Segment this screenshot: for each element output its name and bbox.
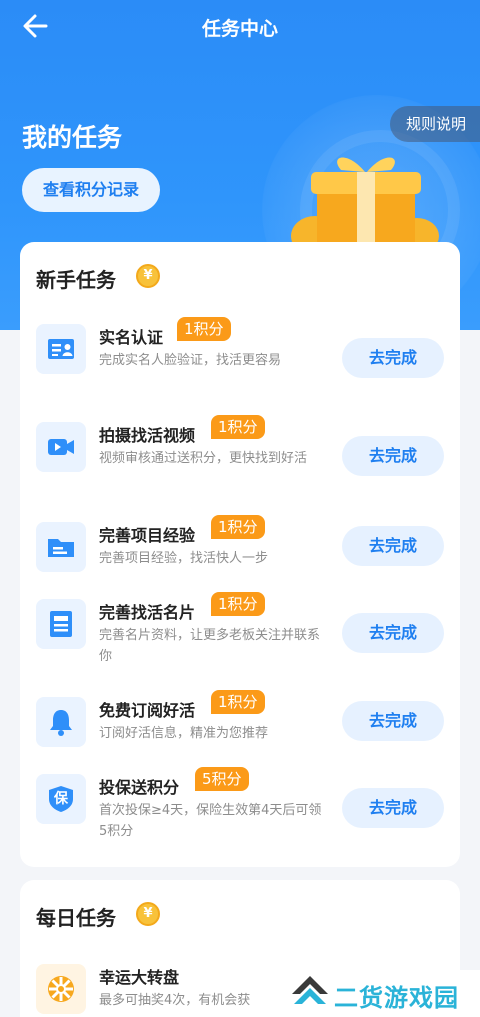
points-record-button[interactable]: 查看积分记录 bbox=[22, 168, 160, 212]
task-description: 视频审核通过送积分，更快找到好活 bbox=[99, 451, 308, 466]
complete-button[interactable]: 去完成 bbox=[342, 701, 444, 741]
complete-button[interactable]: 去完成 bbox=[342, 526, 444, 566]
newbie-section-title: 新手任务 bbox=[36, 268, 116, 292]
task-description: 完成实名人脸验证，找活更容易 bbox=[99, 353, 282, 368]
folder-icon bbox=[36, 522, 86, 572]
shield-label: 保 bbox=[54, 791, 68, 807]
watermark: 二货游戏园 bbox=[288, 970, 480, 1017]
complete-button[interactable]: 去完成 bbox=[342, 338, 444, 378]
points-badge: 1积分 bbox=[211, 415, 265, 439]
id-card-icon bbox=[36, 324, 86, 374]
newbie-tasks-card: 新手任务 ¥ 实名认证 1积分 完成实名人脸验证，找活更容易 去完成 拍摄找活视… bbox=[20, 242, 460, 867]
task-name: 幸运大转盘 bbox=[99, 968, 180, 987]
bell-icon bbox=[36, 697, 86, 747]
task-description: 首次投保≥4天，保险生效第4天后可领5积分 bbox=[99, 803, 322, 839]
top-bar: 任务中心 bbox=[0, 0, 480, 52]
complete-button[interactable]: 去完成 bbox=[342, 788, 444, 828]
daily-section-title: 每日任务 bbox=[36, 906, 116, 930]
points-badge: 1积分 bbox=[211, 515, 265, 539]
page-title: 任务中心 bbox=[201, 18, 278, 40]
coin-icon: ¥ bbox=[136, 264, 160, 288]
task-description: 订阅好活信息，精准为您推荐 bbox=[99, 726, 269, 741]
shield-icon: 保 bbox=[36, 774, 86, 824]
complete-button[interactable]: 去完成 bbox=[342, 436, 444, 476]
points-badge: 1积分 bbox=[211, 592, 265, 616]
gift-box-icon bbox=[291, 157, 439, 250]
points-badge: 1积分 bbox=[177, 317, 231, 341]
complete-button[interactable]: 去完成 bbox=[342, 613, 444, 653]
wheel-icon bbox=[36, 964, 86, 1014]
task-name: 免费订阅好活 bbox=[99, 701, 196, 720]
coin-icon: ¥ bbox=[136, 902, 160, 926]
task-name: 实名认证 bbox=[99, 328, 164, 347]
task-name: 投保送积分 bbox=[99, 778, 180, 797]
points-badge: 1积分 bbox=[211, 690, 265, 714]
video-camera-icon bbox=[36, 422, 86, 472]
task-name: 拍摄找活视频 bbox=[99, 426, 196, 445]
my-tasks-heading: 我的任务 bbox=[22, 123, 123, 152]
document-icon bbox=[36, 599, 86, 649]
points-badge: 5积分 bbox=[195, 767, 249, 791]
watermark-logo-icon bbox=[292, 976, 328, 1004]
task-description: 完善项目经验，找活快人一步 bbox=[99, 551, 269, 566]
rules-button[interactable]: 规则说明 bbox=[389, 106, 480, 142]
task-description: 完善名片资料，让更多老板关注并联系你 bbox=[99, 628, 321, 664]
task-name: 完善项目经验 bbox=[99, 526, 196, 545]
watermark-text: 二货游戏园 bbox=[334, 984, 459, 1012]
task-name: 完善找活名片 bbox=[99, 603, 196, 622]
